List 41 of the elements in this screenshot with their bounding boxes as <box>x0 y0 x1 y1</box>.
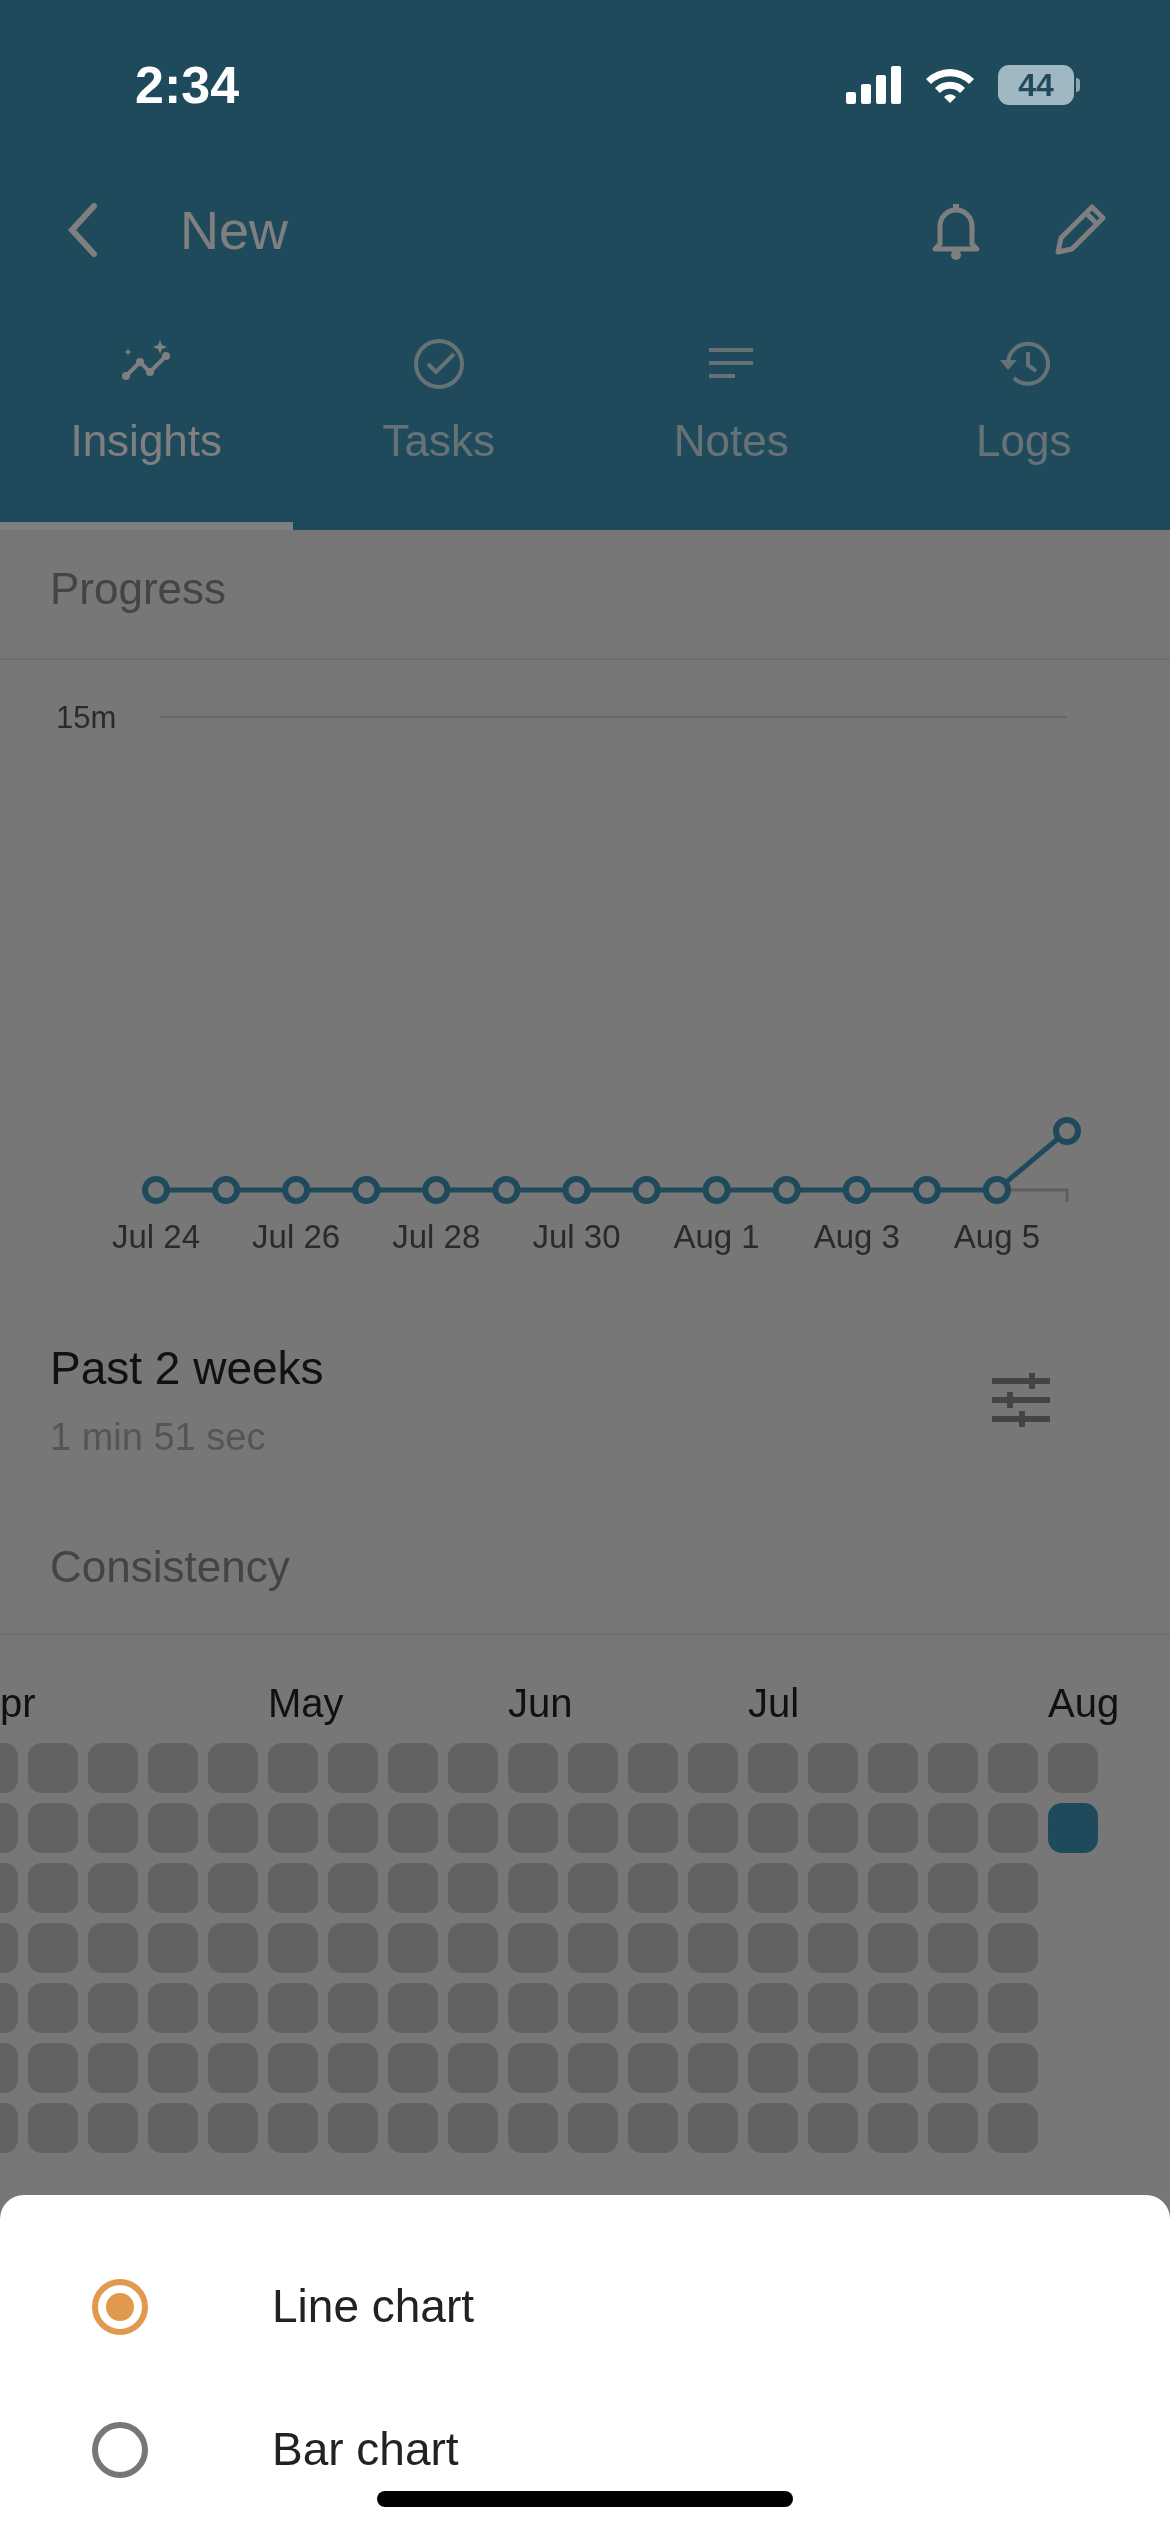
month-label: Aug <box>1048 1680 1120 1727</box>
data-point <box>842 1176 871 1204</box>
screen-title: New <box>180 198 289 262</box>
data-point <box>982 1176 1011 1204</box>
month-label: May <box>268 1680 344 1727</box>
radio-button[interactable] <box>92 2421 148 2478</box>
radio-button[interactable] <box>92 2278 148 2335</box>
data-point <box>1053 1117 1081 1145</box>
month-label: pr <box>0 1680 36 1727</box>
y-axis-label: 15m <box>56 700 117 735</box>
x-axis-label: Aug 5 <box>953 1218 1041 1255</box>
x-axis-label: Jul 28 <box>392 1218 481 1255</box>
tab[interactable]: Tasks <box>292 290 585 530</box>
month-label: Jun <box>508 1680 573 1727</box>
data-point <box>912 1176 941 1204</box>
check-circle-icon <box>412 338 465 390</box>
x-axis-label: Aug 3 <box>813 1218 900 1255</box>
chart-type-option[interactable]: Line chart <box>0 2235 1170 2378</box>
filter-icon[interactable] <box>992 1373 1050 1427</box>
data-point <box>352 1176 381 1204</box>
x-axis-label: Aug 1 <box>673 1218 760 1255</box>
data-point <box>212 1176 241 1204</box>
tab[interactable]: Logs <box>877 290 1170 530</box>
status-time: 2:34 <box>135 55 240 116</box>
month-label: Jul <box>748 1680 800 1727</box>
data-point <box>632 1176 661 1204</box>
x-axis-label: Jul 26 <box>252 1218 341 1255</box>
data-point <box>562 1176 591 1204</box>
data-point <box>282 1176 311 1204</box>
tab[interactable]: Insights <box>0 290 293 530</box>
x-axis-label: Jul 24 <box>111 1218 201 1255</box>
signal-icon <box>846 66 902 104</box>
period-label: Past 2 weeks <box>50 1341 324 1396</box>
data-point <box>492 1176 521 1204</box>
data-point <box>772 1176 801 1204</box>
tab[interactable]: Notes <box>585 290 878 530</box>
data-point <box>142 1176 170 1204</box>
data-point <box>422 1176 451 1204</box>
x-axis-label: Jul 30 <box>532 1218 621 1255</box>
wifi-icon <box>924 66 976 104</box>
data-point <box>702 1176 731 1204</box>
